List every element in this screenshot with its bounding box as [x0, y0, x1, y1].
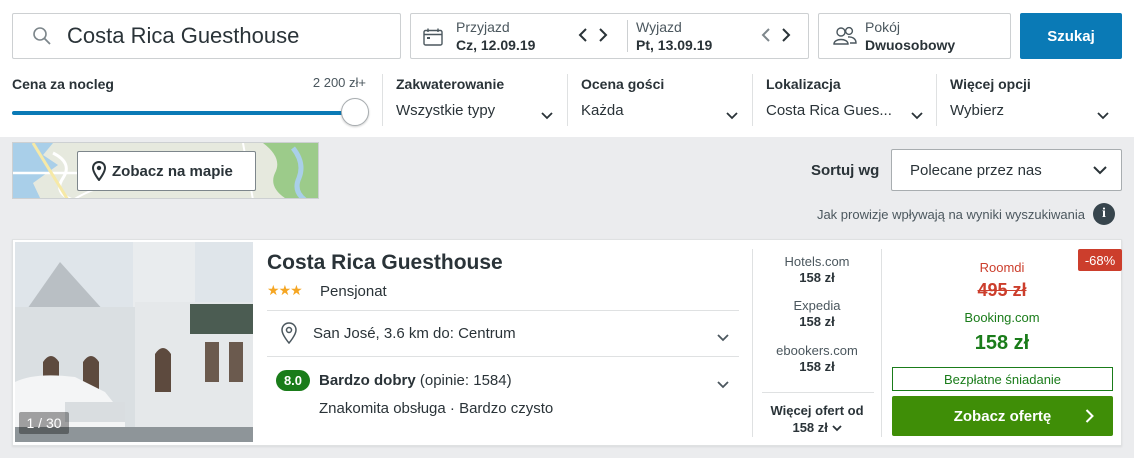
filter-divider: [382, 74, 383, 126]
location-filter-value: Costa Rica Gues...: [766, 102, 892, 119]
commission-note[interactable]: Jak prowizje wpływają na wyniki wyszukiw…: [0, 207, 1085, 222]
price-slider-track[interactable]: [12, 111, 355, 115]
guests-icon: [833, 26, 857, 51]
date-divider: [627, 20, 628, 52]
more-offers-price: 158 zł: [792, 420, 828, 435]
star-icon: ★: [267, 282, 280, 298]
room-label: Pokój: [865, 19, 901, 35]
chevron-right-icon: [1085, 409, 1094, 427]
filter-divider: [752, 74, 753, 126]
divider: [762, 392, 874, 393]
checkout-prev-icon[interactable]: [761, 27, 771, 48]
rating-filter-value: Każda: [581, 102, 624, 119]
chevron-down-icon: [1097, 107, 1109, 125]
chevron-down-icon: [1093, 162, 1107, 179]
location-pin-icon: [281, 322, 297, 349]
more-filter-value: Wybierz: [950, 102, 1005, 119]
old-price-provider: Roomdi: [979, 260, 1025, 275]
accommodation-filter-title: Zakwaterowanie: [396, 76, 505, 92]
deal-price[interactable]: 158 zł: [891, 332, 1113, 355]
rating-summary[interactable]: Bardzo dobry (opinie: 1584): [319, 372, 512, 389]
checkin-value: Cz, 12.09.19: [456, 37, 536, 53]
offer-provider: Expedia: [793, 298, 841, 313]
room-value: Dwuosobowy: [865, 37, 956, 53]
divider: [267, 356, 739, 357]
star-icon: ★: [290, 282, 303, 298]
star-icon: ★: [278, 282, 292, 298]
show-map-button[interactable]: Zobacz na mapie: [77, 151, 256, 191]
hotel-type: Pensjonat: [320, 283, 387, 300]
offer-item[interactable]: Expedia 158 zł: [753, 298, 881, 330]
offer-item[interactable]: ebookers.com 158 zł: [753, 343, 881, 375]
checkin-field[interactable]: Przyjazd Cz, 12.09.19: [456, 14, 535, 58]
location-filter-title: Lokalizacja: [766, 76, 841, 92]
offer-price: 158 zł: [799, 270, 835, 285]
checkin-prev-icon[interactable]: [578, 27, 588, 48]
chevron-down-icon: [541, 107, 553, 125]
more-filter-dropdown[interactable]: Wybierz: [950, 102, 1112, 124]
calendar-icon: [423, 28, 443, 51]
hotel-name[interactable]: Costa Rica Guesthouse: [267, 251, 503, 275]
date-picker[interactable]: Przyjazd Cz, 12.09.19 Wyjazd Pt, 13.09.1…: [410, 13, 809, 59]
sort-dropdown[interactable]: Polecane przez nas: [891, 149, 1122, 191]
chevron-down-icon[interactable]: [717, 376, 729, 394]
checkout-value: Pt, 13.09.19: [636, 37, 713, 53]
free-breakfast-badge: Bezpłatne śniadanie: [892, 367, 1113, 391]
location-text: San José, 3.6 km do: Centrum: [313, 325, 516, 342]
filter-divider: [936, 74, 937, 126]
chevron-down-icon: [717, 329, 729, 347]
offer-price: 158 zł: [799, 359, 835, 374]
old-price: 495 zł: [977, 280, 1027, 300]
chevron-down-icon: [726, 107, 738, 125]
rating-filter-title: Ocena gości: [581, 76, 665, 92]
chevron-down-icon: [911, 107, 923, 125]
show-map-label: Zobacz na mapie: [112, 162, 233, 180]
checkout-label: Wyjazd: [636, 19, 682, 35]
rating-highlights: Znakomita obsługa · Bardzo czysto: [319, 400, 554, 417]
checkin-label: Przyjazd: [456, 19, 510, 35]
view-deal-label: Zobacz ofertę: [953, 407, 1052, 425]
checkin-next-icon[interactable]: [598, 27, 608, 48]
map-pin-icon: [92, 161, 106, 181]
price-slider-handle[interactable]: [341, 98, 369, 126]
view-deal-button[interactable]: Zobacz ofertę: [892, 396, 1113, 436]
info-icon[interactable]: i: [1093, 203, 1115, 225]
location-filter-dropdown[interactable]: Costa Rica Gues...: [766, 102, 926, 124]
rating-label: Bardzo dobry: [319, 372, 416, 389]
star-rating: ★★★: [267, 282, 303, 299]
rating-reviews: (opinie: 1584): [419, 372, 512, 389]
offer-provider: Hotels.com: [784, 254, 850, 269]
sort-label: Sortuj wg: [811, 162, 880, 179]
offer-item[interactable]: Hotels.com 158 zł: [753, 254, 881, 286]
accommodation-filter-dropdown[interactable]: Wszystkie typy: [396, 102, 556, 124]
search-button[interactable]: Szukaj: [1020, 13, 1122, 59]
search-icon: [32, 26, 52, 46]
accommodation-filter-value: Wszystkie typy: [396, 102, 496, 119]
more-offers-label: Więcej ofert od: [770, 403, 864, 418]
search-input[interactable]: Costa Rica Guesthouse: [12, 13, 401, 59]
more-filter-title: Więcej opcji: [950, 76, 1031, 92]
checkout-field[interactable]: Wyjazd Pt, 13.09.19: [636, 14, 712, 58]
price-filter-max: 2 200 zł+: [312, 75, 366, 90]
search-query: Costa Rica Guesthouse: [67, 23, 300, 48]
checkout-next-icon[interactable]: [781, 27, 791, 48]
divider: [881, 249, 882, 437]
offer-provider: ebookers.com: [776, 343, 858, 358]
offer-price: 158 zł: [799, 314, 835, 329]
photo-counter: 1 / 30: [19, 412, 69, 434]
rating-filter-dropdown[interactable]: Każda: [581, 102, 741, 124]
filter-divider: [567, 74, 568, 126]
chevron-down-icon: [831, 420, 842, 435]
more-offers-link[interactable]: Więcej ofert od 158 zł: [753, 402, 881, 436]
room-selector[interactable]: Pokój Dwuosobowy: [818, 13, 1011, 59]
sort-value: Polecane przez nas: [910, 161, 1042, 179]
rating-score-badge: 8.0: [276, 370, 310, 391]
deal-provider[interactable]: Booking.com: [891, 310, 1113, 325]
